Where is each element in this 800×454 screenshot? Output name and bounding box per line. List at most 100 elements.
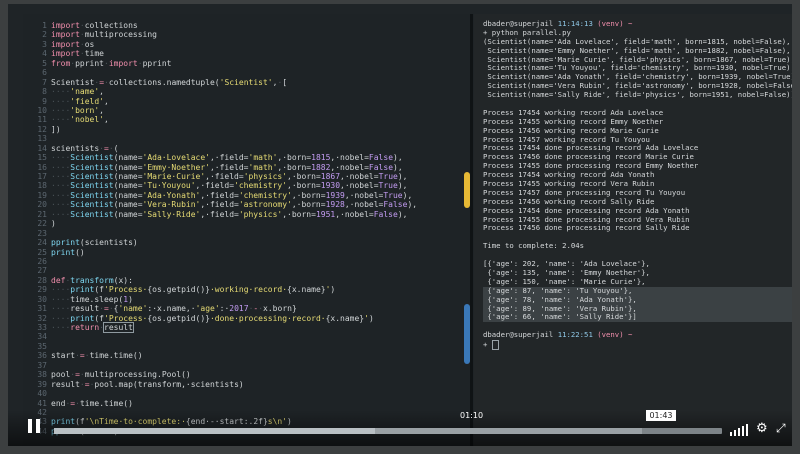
code-token: Scientist [70, 153, 114, 163]
code-token: end [51, 398, 66, 408]
terminal-text: Process 17455 working record Vera Rubin [483, 179, 655, 189]
code-line: 12]) [23, 125, 417, 134]
code-token: 'Vera·Rubin' [142, 200, 201, 210]
code-token: pool [51, 370, 71, 380]
code-line: 40 [23, 389, 417, 398]
code-token: 'Process· [104, 313, 148, 323]
code-line: 10 ····'born', [23, 106, 417, 115]
code-token: ···· [51, 209, 71, 219]
code-line: 20 ····Scientist(name='Vera·Rubin',·field… [23, 200, 417, 209]
code-token: ···· [51, 323, 71, 332]
code-token: result [70, 304, 100, 314]
code-token: ) [51, 219, 56, 229]
code-token: import [108, 58, 138, 68]
code-token: ]) [51, 124, 61, 134]
code-token: ,·born= [291, 200, 326, 210]
code-lines: 1 import·collections 2 import·multiprocessi… [23, 21, 417, 436]
line-number: 22 [37, 219, 47, 229]
code-token: {x.name} [287, 285, 326, 295]
code-line: 13 [23, 134, 417, 143]
code-token: Scientist [70, 209, 114, 219]
code-line: 28 def·transform(x): [23, 276, 417, 285]
code-token: start [51, 351, 76, 361]
code-text: import·collections [51, 21, 138, 30]
volume-icon[interactable] [730, 424, 748, 436]
fullscreen-icon[interactable]: ⤢ [776, 422, 786, 435]
code-token: , [99, 105, 104, 115]
terminal-text: + [483, 340, 492, 350]
code-token: {os.getpid()} [147, 285, 210, 295]
terminal-text: Scientist(name='Ada Yonath', field='chem… [483, 72, 792, 82]
code-token: (name= [113, 162, 143, 172]
code-token: ,·field= [209, 162, 249, 172]
line-number: 14 [37, 143, 47, 153]
line-number: 19 [37, 190, 47, 200]
line-number: 3 [42, 39, 47, 49]
terminal-text: Time to complete: 2.04s [483, 241, 585, 251]
line-number: 1 [42, 21, 47, 30]
code-token: 1867 [320, 172, 341, 181]
line-number: 37 [37, 360, 47, 370]
code-token: (f [94, 285, 104, 295]
code-text: end·=·time.time() [51, 399, 133, 408]
code-token: ···· [51, 285, 71, 295]
code-token: ···· [51, 304, 71, 314]
gear-icon[interactable]: ⚙ [756, 422, 768, 435]
terminal-text: {'age': 150, 'name': 'Marie Curie'}, [483, 276, 646, 286]
terminal-text: Process 17456 working record Marie Curie [483, 125, 659, 135]
terminal-text: dbader@superjail [483, 330, 558, 340]
line-number: 39 [37, 379, 47, 389]
code-token: result [103, 322, 134, 333]
terminal-text: Process 17455 done processing record Emm… [483, 161, 699, 171]
code-text: ····Scientist(name='Sally·Ride',·field='… [51, 210, 407, 219]
code-token: ,·field= [200, 190, 239, 200]
pause-icon[interactable] [26, 417, 44, 435]
terminal-line: dbader@superjail 11:22:51 (venv) ~ [483, 330, 792, 340]
code-line: 41 end·=·time.time() [23, 399, 417, 408]
code-token: Scientist [70, 162, 114, 172]
code-token: 'field' [70, 96, 104, 106]
code-text: pool·=·multiprocessing.Pool() [51, 370, 191, 379]
progress-bar[interactable] [54, 428, 722, 434]
line-number: 33 [37, 323, 47, 332]
video-frame[interactable]: 1 import·collections 2 import·multiprocessi… [8, 4, 792, 446]
code-token: False [383, 200, 408, 210]
current-time-label: 01:10 [460, 411, 484, 420]
terminal-pane: dbader@superjail 11:14:13 (venv) ~ + pyth… [474, 14, 792, 446]
code-token: ·done·processing·record· [209, 313, 326, 323]
line-number: 21 [37, 209, 47, 219]
line-number: 2 [42, 30, 47, 40]
terminal-cursor[interactable] [491, 340, 499, 351]
code-token: time.time() [79, 398, 133, 408]
code-token: pprint [51, 238, 80, 248]
code-line: 19 ····Scientist(name='Ada·Yonath',·field… [23, 191, 417, 200]
code-text: ····Scientist(name='Marie·Curie',·field=… [51, 172, 407, 181]
terminal-text: {'age': 78, 'name': 'Ada Yonath'}, [483, 294, 637, 304]
line-number: 5 [42, 58, 47, 68]
code-token: 'name' [70, 87, 100, 97]
terminal-text: [{'age': 202, 'name': 'Ada Lovelace'}, [483, 259, 650, 269]
code-token: ···· [51, 153, 71, 163]
code-line: 22) [23, 219, 417, 228]
code-text: ····result·=·{'name':·x.name,·'age':·201… [51, 304, 297, 313]
code-token: (name= [113, 200, 143, 210]
terminal-text: Process 17455 working record Emmy Noethe… [483, 116, 664, 126]
line-number: 7 [42, 77, 47, 87]
code-line: 16 ····Scientist(name='Emmy·Noether',·fie… [23, 163, 417, 172]
code-line: 21 ····Scientist(name='Sally·Ride',·field… [23, 210, 417, 219]
code-line: 14 scientists·=·( [23, 144, 417, 153]
code-token: ,·field= [200, 200, 239, 210]
code-text: print() [51, 248, 85, 257]
code-token: 2017 [229, 304, 249, 314]
code-line: 27 [23, 266, 417, 275]
code-token: ) [368, 313, 374, 323]
code-token: ), [397, 209, 408, 219]
code-token: (name= [113, 153, 143, 163]
code-token: False [373, 209, 398, 219]
code-token: Scientist [70, 172, 114, 181]
line-number: 28 [37, 275, 47, 285]
code-token: 'physics' [238, 209, 283, 219]
code-token: ···· [51, 294, 71, 304]
code-token: Scientist [51, 77, 95, 87]
terminal-text: (venv) ~ [592, 19, 633, 28]
